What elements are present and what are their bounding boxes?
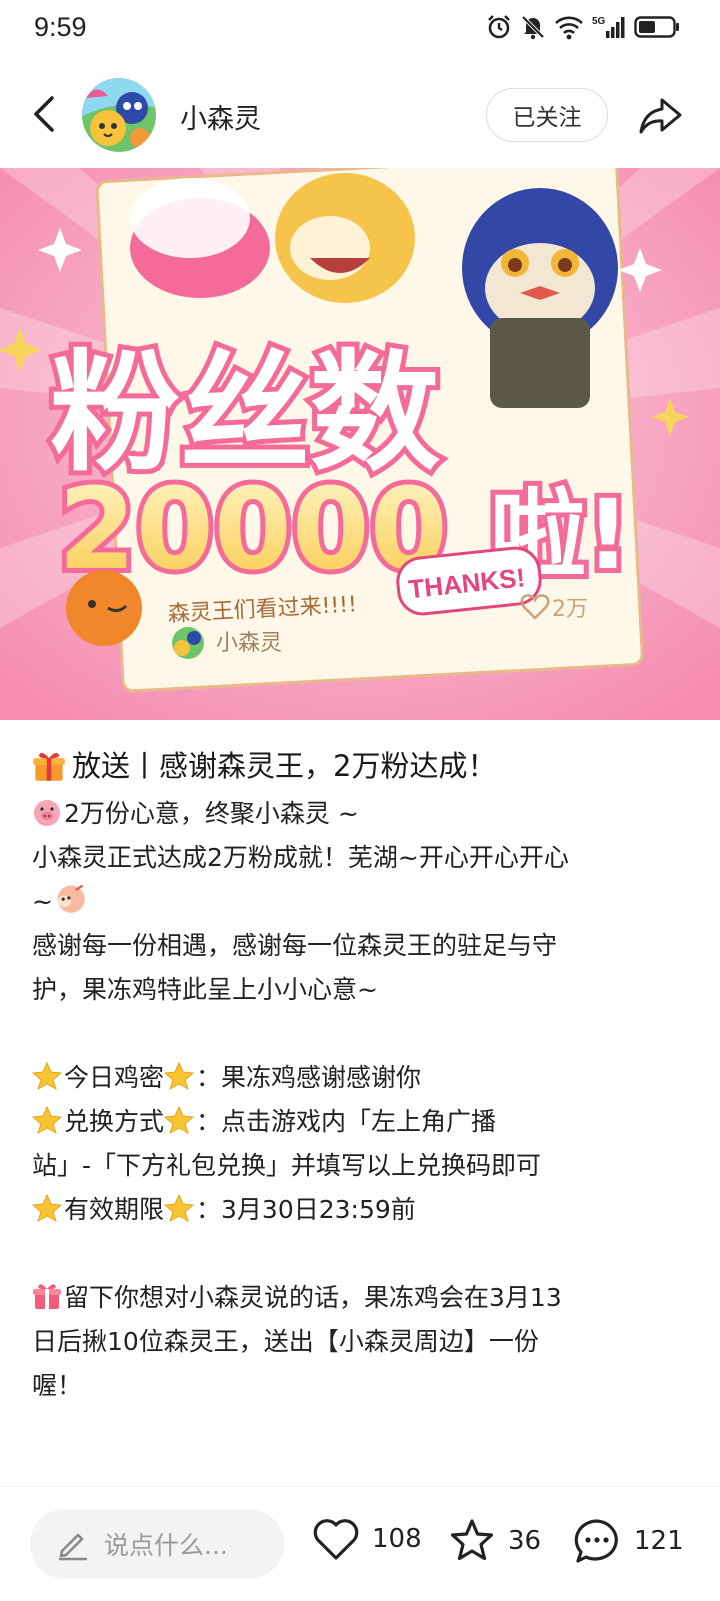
banner-likes: 2万 bbox=[552, 597, 588, 622]
post-banner-image[interactable]: 粉丝数 20000 啦! 森灵王们看过来!!!! THANKS! 2万 小森灵 bbox=[0, 168, 720, 720]
post-line-3: ~ bbox=[32, 880, 692, 924]
comment-placeholder: 说点什么... bbox=[104, 1531, 228, 1560]
username[interactable]: 小森灵 bbox=[180, 97, 261, 136]
avatar[interactable] bbox=[82, 78, 156, 152]
banner-illustration: 粉丝数 20000 啦! 森灵王们看过来!!!! THANKS! 2万 小森灵 bbox=[0, 168, 720, 720]
star-icon bbox=[164, 1105, 195, 1135]
network-label: 5G bbox=[592, 16, 606, 27]
banner-account: 小森灵 bbox=[216, 631, 282, 656]
alarm-icon bbox=[488, 15, 510, 39]
star-icon bbox=[164, 1061, 195, 1091]
like-count: 108 bbox=[372, 1524, 422, 1554]
star-icon bbox=[32, 1105, 62, 1135]
post-header: 小森灵 已关注 bbox=[0, 70, 720, 166]
gift-icon bbox=[33, 1284, 61, 1309]
post-line-text: 有效期限 bbox=[64, 1195, 165, 1224]
bottom-action-bar: 说点什么... 108 36 121 bbox=[0, 1486, 720, 1601]
wifi-icon bbox=[555, 16, 583, 40]
post-title: 放送丨感谢森灵王，2万粉达成！ bbox=[32, 744, 692, 788]
back-arrow-icon[interactable] bbox=[24, 92, 68, 136]
post-line-secret: 今日鸡密 ：果冻鸡感谢感谢你 bbox=[32, 1056, 692, 1100]
gift-icon bbox=[33, 752, 65, 781]
follow-button[interactable]: 已关注 bbox=[486, 88, 608, 142]
post-line-giveaway-3: 喔！ bbox=[32, 1371, 83, 1400]
post-line-text: 2万份心意，终聚小森灵 ~ bbox=[64, 799, 359, 828]
star-icon bbox=[164, 1193, 195, 1223]
pencil-icon bbox=[59, 1533, 87, 1561]
post-line-text: ：果冻鸡感谢感谢你 bbox=[196, 1063, 422, 1092]
post-title-text: 放送丨感谢森灵王，2万粉达成！ bbox=[72, 749, 497, 783]
post-line-giveaway: 留下你想对小森灵说的话，果冻鸡会在3月13 bbox=[32, 1276, 692, 1320]
post-line-5: 护，果冻鸡特此呈上小小心意~ bbox=[32, 975, 378, 1004]
like-button[interactable]: 108 bbox=[312, 1517, 422, 1561]
post-line-expiry: 有效期限 ：3月30日23:59前 bbox=[32, 1188, 692, 1232]
post-line-text: ：3月30日23:59前 bbox=[196, 1195, 416, 1224]
favorite-count: 36 bbox=[508, 1526, 542, 1556]
favorite-button[interactable]: 36 bbox=[448, 1517, 541, 1565]
pig-face-icon bbox=[34, 800, 60, 826]
post-line-1: 2万份心意，终聚小森灵 ~ bbox=[32, 792, 692, 836]
post-line-text: ~ bbox=[32, 887, 53, 916]
star-outline-icon bbox=[450, 1519, 494, 1561]
post-line-giveaway-2: 日后揪10位森灵王，送出【小森灵周边】一份 bbox=[32, 1327, 539, 1356]
post-line-text: 今日鸡密 bbox=[64, 1063, 165, 1092]
post-line-exchange-2: 站」-「下方礼包兑换」并填写以上兑换码即可 bbox=[32, 1151, 542, 1180]
heart-icon bbox=[313, 1519, 359, 1560]
comment-button[interactable]: 121 bbox=[572, 1517, 684, 1565]
signal-5g-icon: 5G bbox=[592, 16, 625, 38]
comment-count: 121 bbox=[634, 1526, 684, 1556]
post-line-exchange: 兑换方式 ：点击游戏内「左上角广播 bbox=[32, 1100, 692, 1144]
status-icons: 5G bbox=[486, 14, 680, 40]
status-time: 9:59 bbox=[34, 12, 87, 42]
post-body: 放送丨感谢森灵王，2万粉达成！ 2万份心意，终聚小森灵 ~ 小森灵正式达成2万粉… bbox=[32, 732, 692, 1408]
post-line-text: 留下你想对小森灵说的话，果冻鸡会在3月13 bbox=[64, 1283, 562, 1312]
post-line-2: 小森灵正式达成2万粉成就！芜湖~开心开心开心 bbox=[32, 843, 569, 872]
mute-bell-icon bbox=[521, 15, 545, 40]
comment-input[interactable]: 说点什么... bbox=[30, 1509, 284, 1579]
share-icon[interactable] bbox=[636, 92, 684, 140]
comment-bubble-icon bbox=[574, 1519, 618, 1563]
avatar-image bbox=[82, 78, 156, 152]
chick-sticker-icon bbox=[57, 884, 85, 913]
battery-icon bbox=[634, 16, 679, 38]
post-line-4: 感谢每一份相遇，感谢每一位森灵王的驻足与守 bbox=[32, 931, 558, 960]
post-line-text: ：点击游戏内「左上角广播 bbox=[196, 1107, 497, 1136]
star-icon bbox=[32, 1193, 62, 1223]
post-line-text: 兑换方式 bbox=[64, 1107, 165, 1136]
status-bar: 9:59 5G bbox=[0, 0, 720, 60]
star-icon bbox=[32, 1061, 62, 1091]
